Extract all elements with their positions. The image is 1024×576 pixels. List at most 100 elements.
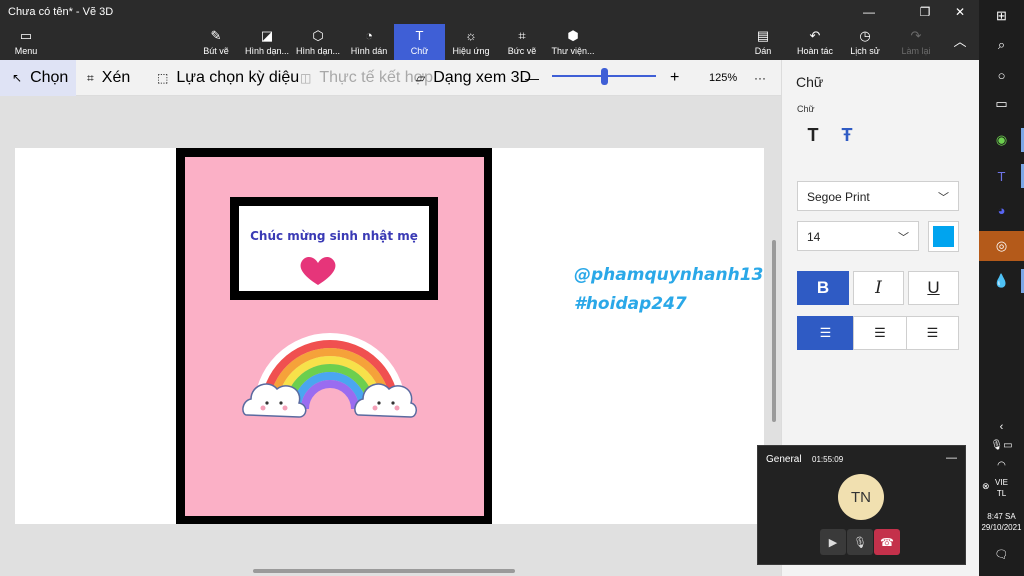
minimize-call-button[interactable]: — [946,452,957,464]
font-family-select[interactable]: Segoe Print ﹀ [797,181,959,211]
align-left-button[interactable]: ☰ [797,316,854,350]
text-3d-icon: Ŧ [841,124,853,145]
camera-off-icon: ▶ [828,536,838,549]
text-color-swatch[interactable] [928,221,959,252]
sticker-icon: ◔ [365,27,373,43]
redo-button[interactable]: ↷ Làm lại [898,24,934,60]
greeting-text[interactable]: Chúc mừng sinh nhật mẹ [239,229,429,243]
brushes-tool[interactable]: ✎ Bút vẽ [198,24,234,60]
brush-icon: ✎ [210,27,222,43]
taskbar-app-browser[interactable]: ◉ [979,126,1024,154]
paste-button[interactable]: ▤ Dán [749,24,777,60]
panel-section-label: Chữ [797,104,815,114]
clock[interactable]: 8:47 SA 29/10/2021 [979,511,1024,533]
3d-view-button[interactable]: ▱ Dạng xem 3D [416,60,531,96]
cursor-icon: ↖ [12,71,23,85]
magic-select-button[interactable]: ⬚ Lựa chọn kỳ diệu [157,60,299,96]
camera-off-button[interactable]: ▶ [820,529,846,555]
hashtag-text[interactable]: #hoidap247 [574,294,687,314]
close-circle-icon: ⊗ [982,481,990,491]
effects-tool[interactable]: ☼ Hiệu ứng [449,24,493,60]
chevron-down-icon: ﹀ [938,192,949,204]
hang-up-button[interactable]: ☎ [874,529,900,555]
cube-icon: ⬡ [312,27,324,43]
text-tool[interactable]: T Chữ [394,24,445,60]
canvas-tool[interactable]: ⌗ Bức vẽ [503,24,541,60]
mixed-reality-icon: ◫ [300,71,312,85]
windows-icon: ⊞ [996,8,1007,23]
more-options-button[interactable]: ··· [754,60,766,96]
plus-icon: + [670,69,680,86]
battery-mic-tray[interactable]: 🎙▭ [979,440,1024,451]
avatar: TN [838,474,884,520]
mic-icon: 🎙▭ [990,440,1013,451]
align-center-button[interactable]: ☰ [853,316,907,350]
bold-button[interactable]: B [797,271,849,305]
undo-icon: ↶ [809,27,821,43]
panel-title: Chữ [796,74,824,90]
notification-icon: 🗨 [994,549,1009,561]
show-hidden-icons-button[interactable]: ‹ [979,421,1024,433]
2d-shapes-tool[interactable]: ◪ Hình dạn... [243,24,291,60]
chevron-left-icon: ‹ [999,421,1004,433]
notifications-button[interactable]: 🗨 [979,548,1024,561]
search-icon: ⌕ [997,37,1006,52]
taskbar-app-paint[interactable]: 💧 [979,267,1024,295]
wifi-icon[interactable]: ◠ [979,460,1024,471]
paint3d-icon: ◎ [995,238,1008,253]
italic-button[interactable]: I [853,271,904,305]
history-icon: ◷ [859,27,871,43]
cortana-button[interactable]: ○ [979,61,1024,89]
zoom-slider-thumb[interactable] [601,68,608,85]
collapse-ribbon-button[interactable]: ︿ [948,24,972,60]
magic-select-icon: ⬚ [157,71,169,85]
color-fill [933,226,954,247]
cortana-icon: ○ [997,67,1006,83]
undo-button[interactable]: ↶ Hoàn tác [795,24,835,60]
2d-text-button[interactable]: T [802,124,824,146]
close-button[interactable]: ✕ [945,0,975,24]
mixed-reality-button[interactable]: ◫ Thực tế kết hợp [300,60,433,96]
window-title: Chưa có tên* - Vẽ 3D [8,6,114,18]
restore-button[interactable]: ❐ [910,0,940,24]
3d-shapes-tool[interactable]: ⬡ Hình dạn... [294,24,342,60]
handle-text[interactable]: @phamquynhanh13 [574,265,763,285]
taskbar-app-paint3d[interactable]: ◎ [979,231,1024,261]
search-button[interactable]: ⌕ [979,31,1024,59]
history-button[interactable]: ◷ Lịch sử [849,24,881,60]
task-view-icon: ▭ [995,96,1008,111]
align-center-icon: ☰ [874,325,886,340]
underline-button[interactable]: U [908,271,959,305]
zoom-out-button[interactable]: — [525,60,539,96]
sun-icon: ☼ [465,27,477,43]
stickers-tool[interactable]: ◔ Hình dán [347,24,391,60]
heart-sticker[interactable] [298,255,338,287]
call-timer: 01:55:09 [812,455,844,464]
align-left-icon: ☰ [819,325,832,340]
taskbar-app-teams[interactable]: T [979,162,1024,190]
start-button[interactable]: ⊞ [979,2,1024,30]
menu-button[interactable]: ▭ Menu [8,24,44,60]
mute-button[interactable]: 🎙 [847,529,873,555]
rainbow-sticker[interactable] [241,327,419,421]
task-view-button[interactable]: ▭ [979,90,1024,118]
3d-text-button[interactable]: Ŧ [836,124,858,146]
input-language-button[interactable]: ⊗ VIE TL [979,477,1024,499]
horizontal-scrollbar[interactable] [253,569,515,573]
teams-icon: T [997,168,1006,184]
font-size-select[interactable]: 14 ﹀ [797,221,919,251]
crop-button[interactable]: ⌗ Xén [87,60,130,96]
folder-icon: ▭ [19,27,33,43]
zoom-in-button[interactable]: + [670,60,679,96]
canvas-crop-icon: ⌗ [518,27,526,43]
select-button[interactable]: ↖ Chọn [0,60,76,96]
redo-icon: ↷ [910,27,922,43]
taskbar-app-discord[interactable]: ◕ [979,196,1024,224]
minimize-button[interactable]: — [854,0,884,24]
3d-library-tool[interactable]: ⬢ Thư viện... [550,24,596,60]
discord-icon: ◕ [997,202,1006,218]
align-right-button[interactable]: ☰ [906,316,959,350]
browser-icon: ◉ [995,132,1008,147]
zoom-level: 125% [709,72,738,84]
vertical-scrollbar[interactable] [772,240,776,422]
